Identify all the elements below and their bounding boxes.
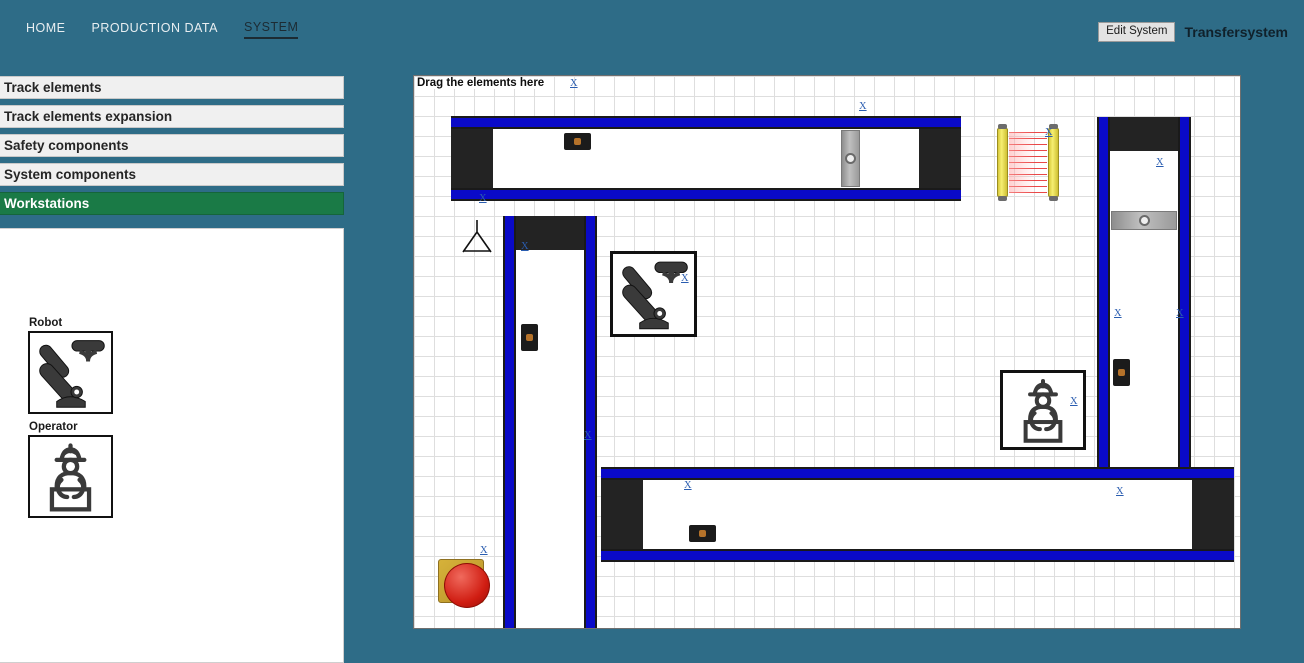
sidebar-section-track-elements-expansion[interactable]: Track elements expansion bbox=[0, 105, 344, 128]
sidebar-section-track-elements[interactable]: Track elements bbox=[0, 76, 344, 99]
operator-worker-icon[interactable] bbox=[28, 435, 113, 518]
stopper-unit-icon bbox=[1111, 211, 1177, 230]
conveyor-body bbox=[503, 216, 597, 628]
delete-element-link[interactable]: X bbox=[1156, 157, 1164, 169]
sidebar-section-label: Workstations bbox=[4, 196, 90, 211]
canvas-drop-hint: Drag the elements here bbox=[415, 77, 547, 89]
tripod-stand-icon[interactable] bbox=[457, 218, 497, 256]
nav-right-group: Edit System Transfersystem bbox=[1098, 22, 1288, 43]
sidebar-section-workstations[interactable]: Workstations bbox=[0, 192, 344, 215]
conveyor-inner-edge-right bbox=[1192, 480, 1202, 549]
robot-arm-icon bbox=[613, 254, 694, 334]
delete-element-link[interactable]: X bbox=[859, 101, 867, 113]
palette-item-label: Operator bbox=[29, 421, 78, 433]
conveyor-rail-right bbox=[584, 216, 597, 628]
delete-element-link[interactable]: X bbox=[570, 78, 578, 90]
delete-element-link[interactable]: X bbox=[1176, 308, 1184, 320]
conveyor-rail-top bbox=[601, 467, 1234, 480]
operator-workstation-element[interactable] bbox=[1000, 370, 1086, 450]
light-curtain-beams bbox=[1009, 132, 1047, 193]
top-navigation-bar: HOME PRODUCTION DATA SYSTEM Edit System … bbox=[0, 0, 1304, 58]
operator-worker-icon bbox=[1005, 373, 1081, 447]
sidebar-section-label: Track elements expansion bbox=[4, 109, 173, 124]
conveyor-horizontal-top[interactable] bbox=[451, 116, 961, 201]
system-title: Transfersystem bbox=[1184, 24, 1288, 41]
conveyor-end-top bbox=[1097, 117, 1191, 151]
palette-item-operator[interactable]: Operator bbox=[28, 421, 113, 518]
sidebar-section-system-components[interactable]: System components bbox=[0, 163, 344, 186]
light-curtain-post-left bbox=[997, 128, 1008, 197]
conveyor-end-right bbox=[1202, 467, 1234, 562]
nav-links: HOME PRODUCTION DATA SYSTEM bbox=[26, 20, 299, 39]
robot-arm-icon[interactable] bbox=[28, 331, 113, 414]
delete-element-link[interactable]: X bbox=[1045, 127, 1053, 139]
delete-element-link[interactable]: X bbox=[681, 273, 689, 285]
conveyor-rail-top bbox=[451, 116, 961, 129]
palette-item-label: Robot bbox=[29, 317, 63, 329]
sidebar-section-label: Safety components bbox=[4, 138, 129, 153]
component-palette-sidebar: Track elements Track elements expansion … bbox=[0, 76, 344, 663]
app-root: HOME PRODUCTION DATA SYSTEM Edit System … bbox=[0, 0, 1304, 663]
nav-link-system[interactable]: SYSTEM bbox=[243, 20, 299, 39]
part-sensor-icon bbox=[521, 324, 538, 351]
conveyor-rail-bottom bbox=[451, 188, 961, 201]
edit-system-button[interactable]: Edit System bbox=[1098, 22, 1176, 43]
nav-link-home[interactable]: HOME bbox=[26, 21, 66, 38]
part-sensor-icon bbox=[564, 133, 591, 150]
conveyor-rail-left bbox=[503, 216, 516, 628]
system-design-canvas[interactable]: Drag the elements here X X X X X X X X X… bbox=[413, 75, 1241, 629]
conveyor-rail-bottom bbox=[601, 549, 1234, 562]
sidebar-section-label: Track elements bbox=[4, 80, 102, 95]
estop-dome bbox=[444, 563, 490, 608]
conveyor-end-top bbox=[503, 216, 597, 250]
conveyor-vertical-left[interactable] bbox=[503, 216, 597, 628]
sidebar-section-safety-components[interactable]: Safety components bbox=[0, 134, 344, 157]
sidebar-section-label: System components bbox=[4, 167, 137, 182]
conveyor-end-left bbox=[601, 467, 633, 562]
delete-element-link[interactable]: X bbox=[479, 193, 487, 205]
stopper-unit-icon bbox=[841, 130, 860, 187]
conveyor-inner-edge-left bbox=[633, 480, 643, 549]
light-curtain-cap bbox=[998, 124, 1007, 129]
conveyor-inner-edge-right bbox=[919, 129, 929, 188]
robot-workstation-element[interactable] bbox=[610, 251, 697, 337]
emergency-stop-button-element[interactable] bbox=[436, 553, 494, 611]
light-curtain-cap bbox=[998, 196, 1007, 201]
conveyor-body bbox=[601, 467, 1234, 562]
nav-link-production-data[interactable]: PRODUCTION DATA bbox=[92, 21, 218, 38]
conveyor-inner-edge-left bbox=[483, 129, 493, 188]
part-sensor-icon bbox=[1113, 359, 1130, 386]
delete-element-link[interactable]: X bbox=[480, 545, 488, 557]
delete-element-link[interactable]: X bbox=[521, 241, 529, 253]
delete-element-link[interactable]: X bbox=[1070, 396, 1078, 408]
palette-item-robot[interactable]: Robot bbox=[28, 317, 113, 414]
delete-element-link[interactable]: X bbox=[1114, 308, 1122, 320]
workstations-palette-panel: Robot Operator bbox=[0, 228, 344, 663]
conveyor-horizontal-bottom[interactable] bbox=[601, 467, 1234, 562]
light-curtain-cap bbox=[1049, 196, 1058, 201]
delete-element-link[interactable]: X bbox=[1116, 486, 1124, 498]
delete-element-link[interactable]: X bbox=[584, 430, 592, 442]
part-sensor-icon bbox=[689, 525, 716, 542]
delete-element-link[interactable]: X bbox=[684, 480, 692, 492]
